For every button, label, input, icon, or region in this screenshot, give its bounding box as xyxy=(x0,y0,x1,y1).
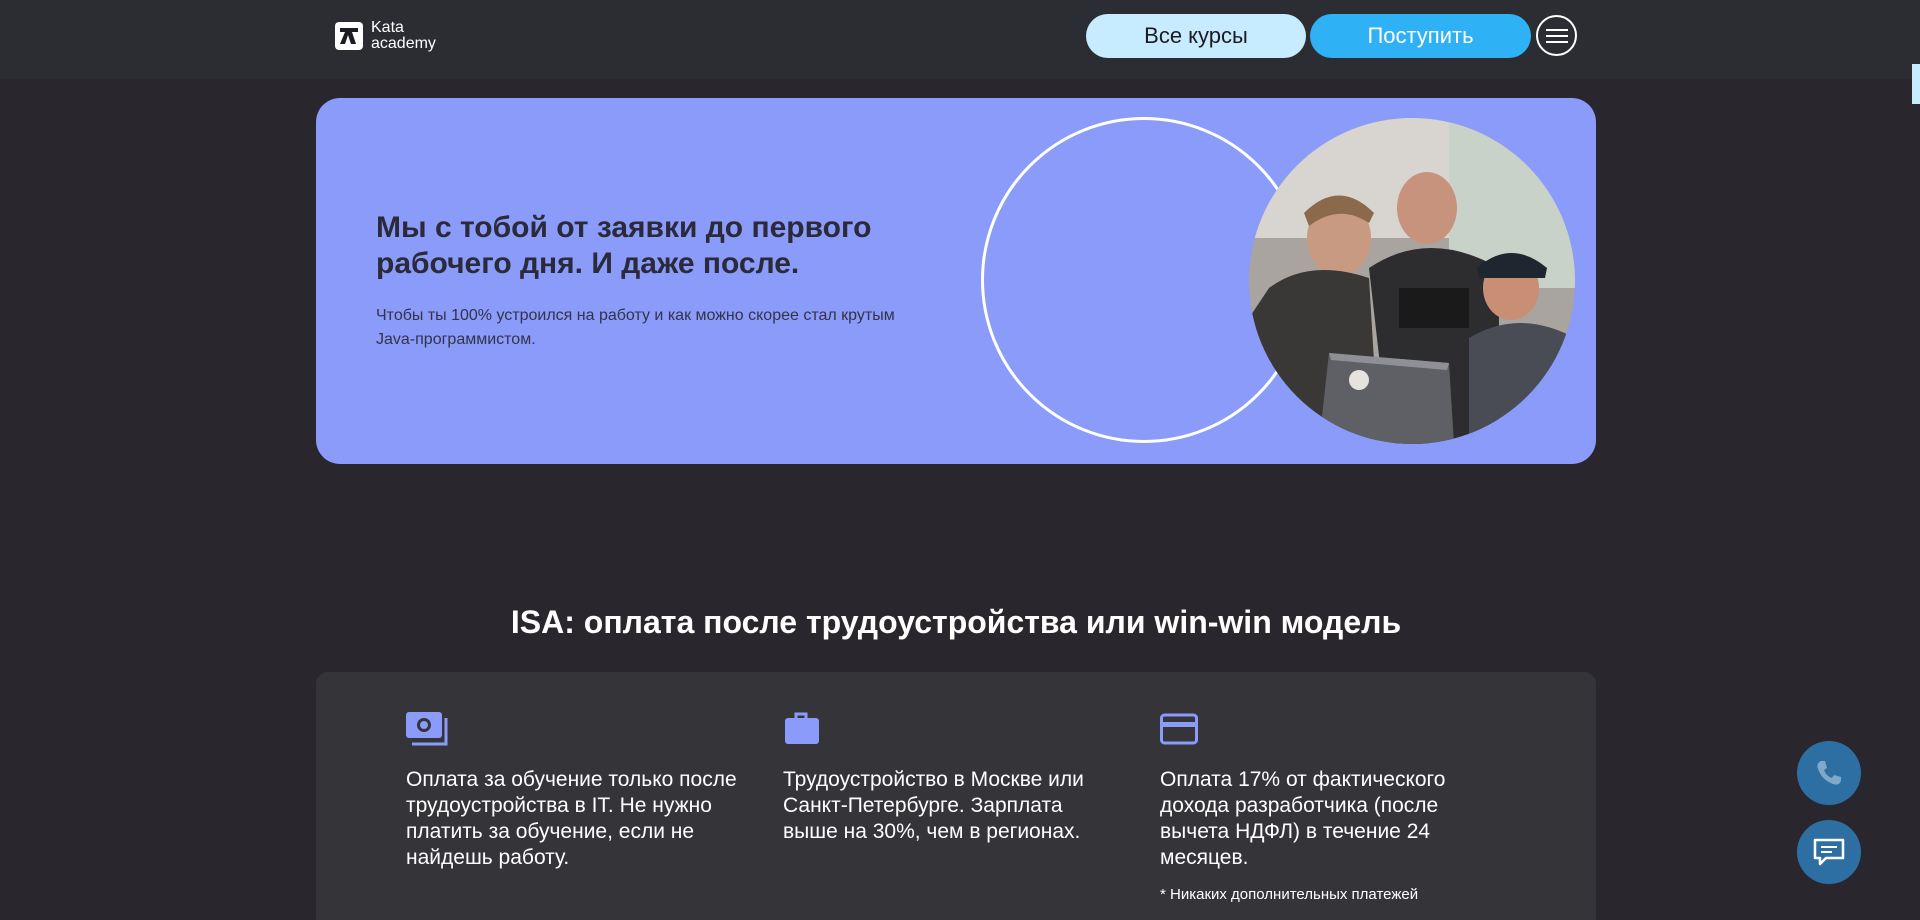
top-navigation-bar: Kata academy Все курсы Поступить xyxy=(0,0,1920,79)
hero-banner: Мы с тобой от заявки до первого рабочего… xyxy=(316,98,1596,464)
apply-button[interactable]: Поступить xyxy=(1310,14,1531,58)
chat-button[interactable] xyxy=(1797,820,1861,884)
logo-line-1: Kata xyxy=(371,19,404,36)
feature-text: Трудоустройство в Москве или Санкт-Петер… xyxy=(783,768,1084,843)
hero-title: Мы с тобой от заявки до первого рабочего… xyxy=(376,211,872,280)
kata-academy-logo[interactable]: Kata academy xyxy=(335,20,436,52)
phone-icon xyxy=(1817,761,1841,785)
cash-icon xyxy=(406,712,448,746)
hamburger-menu-icon xyxy=(1545,28,1568,43)
logo-mark-icon xyxy=(335,22,363,50)
feature-payment-after-employment: Оплата за обучение только после трудоуст… xyxy=(406,712,746,871)
isa-features-card: Оплата за обучение только после трудоуст… xyxy=(316,672,1596,920)
logo-line-2: academy xyxy=(371,35,436,52)
scrollbar-thumb[interactable] xyxy=(1912,64,1920,104)
feature-employment-location: Трудоустройство в Москве или Санкт-Петер… xyxy=(783,712,1123,845)
feature-income-share: Оплата 17% от фактического дохода разраб… xyxy=(1160,712,1500,905)
chat-bubble-icon xyxy=(1813,838,1845,866)
call-button[interactable] xyxy=(1797,741,1861,805)
students-photo xyxy=(1249,118,1575,444)
all-courses-button[interactable]: Все курсы xyxy=(1086,14,1306,58)
briefcase-icon xyxy=(785,712,819,744)
credit-card-icon xyxy=(1160,713,1198,745)
feature-text: Оплата за обучение только после трудоуст… xyxy=(406,768,737,869)
menu-button[interactable] xyxy=(1536,15,1577,56)
isa-section-title: ISA: оплата после трудоустройства или wi… xyxy=(510,604,1402,640)
hero-description: Чтобы ты 100% устроился на работу и как … xyxy=(376,307,895,348)
logo-text: Kata academy xyxy=(371,20,436,52)
feature-text: Оплата 17% от фактического дохода разраб… xyxy=(1160,768,1446,869)
feature-footnote: * Никаких дополнительных платежей xyxy=(1160,886,1419,903)
